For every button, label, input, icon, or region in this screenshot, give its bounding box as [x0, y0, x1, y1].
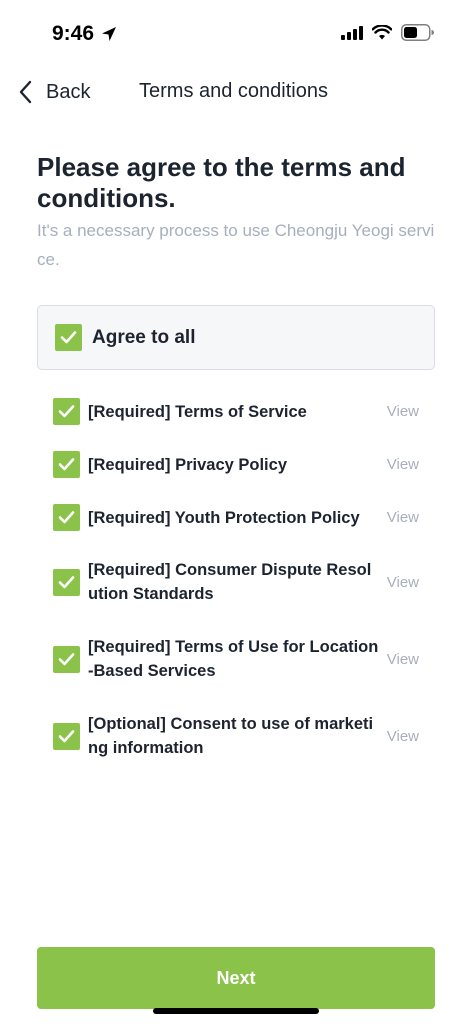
next-button[interactable]: Next — [37, 947, 435, 1009]
view-link[interactable]: View — [387, 456, 419, 473]
view-link[interactable]: View — [387, 651, 419, 668]
term-label: [Required] Youth Protection Policy — [88, 508, 360, 527]
home-indicator — [153, 1008, 319, 1014]
page-title: Terms and conditions — [139, 80, 328, 102]
location-arrow-icon — [102, 27, 117, 41]
agree-all-label: Agree to all — [92, 326, 196, 348]
nav-bar: Back Terms and conditions — [0, 70, 472, 114]
checkmark-icon — [58, 511, 75, 524]
back-button[interactable]: Back — [16, 76, 90, 108]
term-row-youth-protection: [Required] Youth Protection Policy View — [53, 504, 423, 531]
checkmark-icon — [58, 405, 75, 418]
status-bar: 9:46 — [0, 0, 472, 70]
term-checkbox[interactable] — [53, 504, 80, 531]
screen: 9:46 Back Terms and conditions Please ag… — [0, 0, 472, 1024]
term-checkbox[interactable] — [53, 722, 80, 750]
back-label: Back — [46, 80, 91, 103]
term-row-marketing-consent: [Optional] Consent to use of marketing i… — [53, 712, 423, 760]
subtext: It's a necessary process to use Cheongju… — [37, 221, 435, 269]
view-link[interactable]: View — [387, 403, 419, 420]
checkmark-icon — [60, 331, 77, 344]
checkmark-icon — [58, 729, 75, 742]
term-checkbox[interactable] — [53, 451, 80, 478]
checkmark-icon — [58, 652, 75, 665]
term-label: [Required] Consumer Dispute Resolution S… — [88, 561, 372, 603]
term-label: [Optional] Consent to use of marketing i… — [88, 715, 374, 757]
time-label: 9:46 — [52, 22, 95, 45]
term-label: [Required] Privacy Policy — [88, 455, 287, 474]
view-link[interactable]: View — [387, 728, 419, 745]
term-row-privacy-policy: [Required] Privacy Policy View — [53, 451, 423, 478]
term-checkbox[interactable] — [53, 568, 80, 596]
chevron-left-icon — [19, 80, 32, 104]
checkmark-icon — [58, 575, 75, 588]
cellular-signal-icon — [341, 25, 363, 40]
checkmark-icon — [58, 458, 75, 471]
view-link[interactable]: View — [387, 509, 419, 526]
term-label: [Required] Terms of Use for Location-Bas… — [88, 638, 379, 680]
term-checkbox[interactable] — [53, 398, 80, 425]
headline: Please agree to the terms and conditions… — [37, 152, 406, 213]
status-time: 9:46 — [52, 22, 118, 46]
battery-icon — [401, 24, 434, 41]
checkbox-checked-icon — [55, 324, 82, 351]
agree-all-checkbox[interactable]: Agree to all — [37, 305, 435, 370]
term-row-location-services: [Required] Terms of Use for Location-Bas… — [53, 635, 423, 683]
term-label: [Required] Terms of Service — [88, 402, 307, 421]
term-row-consumer-dispute: [Required] Consumer Dispute Resolution S… — [53, 558, 423, 606]
view-link[interactable]: View — [387, 574, 419, 591]
status-icons — [341, 24, 434, 41]
wifi-icon — [372, 25, 392, 40]
term-row-terms-of-service: [Required] Terms of Service View — [53, 398, 423, 425]
term-checkbox[interactable] — [53, 645, 80, 673]
